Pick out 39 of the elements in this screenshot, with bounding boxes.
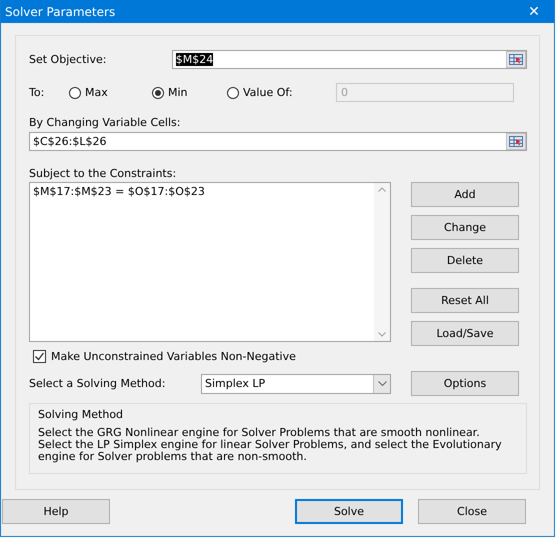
range-picker-button[interactable] — [506, 51, 526, 68]
range-picker-icon — [509, 136, 523, 147]
constraint-button[interactable]: Add — [411, 182, 519, 207]
constraints-list[interactable]: $M$17:$M$23 = $O$17:$O$23 — [29, 182, 391, 342]
window-title: Solver Parameters — [5, 4, 116, 18]
constraint-button[interactable]: Load/Save — [411, 321, 519, 346]
description-title: Solving Method — [38, 408, 124, 421]
constraint-button[interactable]: Change — [411, 215, 519, 240]
radio-icon[interactable] — [152, 86, 164, 98]
chevron-down-icon — [378, 381, 386, 386]
scroll-bar[interactable] — [374, 183, 390, 341]
radio-option[interactable]: Value Of: — [227, 86, 336, 99]
close-button[interactable]: ✕ — [514, 4, 554, 20]
non-negative-checkbox[interactable] — [33, 350, 46, 363]
range-picker-icon — [509, 54, 523, 65]
footer-button[interactable]: Help — [2, 499, 110, 524]
constraint-item[interactable]: $M$17:$M$23 = $O$17:$O$23 — [33, 185, 371, 198]
non-negative-label: Make Unconstrained Variables Non-Negative — [51, 350, 296, 363]
constraint-button[interactable]: Delete — [411, 248, 519, 273]
constraints-label: Subject to the Constraints: — [29, 167, 178, 180]
constraint-button[interactable]: Reset All — [411, 288, 519, 313]
radio-icon[interactable] — [69, 86, 81, 98]
options-button[interactable]: Options — [411, 371, 519, 396]
to-label: To: — [29, 86, 46, 99]
radio-icon[interactable] — [227, 86, 239, 98]
objective-label: Set Objective: — [29, 53, 108, 66]
scroll-down-icon[interactable] — [378, 332, 386, 337]
range-picker-button[interactable] — [506, 133, 526, 150]
changing-cells-label: By Changing Variable Cells: — [29, 116, 182, 129]
method-label: Select a Solving Method: — [29, 377, 166, 390]
footer-button[interactable]: Close — [418, 499, 526, 524]
changing-cells-field[interactable]: $C$26:$L$26 — [29, 132, 527, 151]
radio-option[interactable]: Min — [152, 86, 227, 99]
radio-option[interactable]: Max — [69, 86, 152, 99]
description-text: Select the GRG Nonlinear engine for Solver Problems that are smooth nonlinear. Select the LP Simplex engine for linear Solver Problems, and select the Evolutionary engine for Solver problems that are non-smooth. — [38, 427, 503, 463]
scroll-up-icon[interactable] — [378, 187, 386, 192]
objective-field[interactable]: $M$24 — [172, 50, 527, 69]
method-dropdown[interactable]: Simplex LP — [201, 374, 391, 394]
footer-button[interactable]: Solve — [295, 499, 403, 524]
